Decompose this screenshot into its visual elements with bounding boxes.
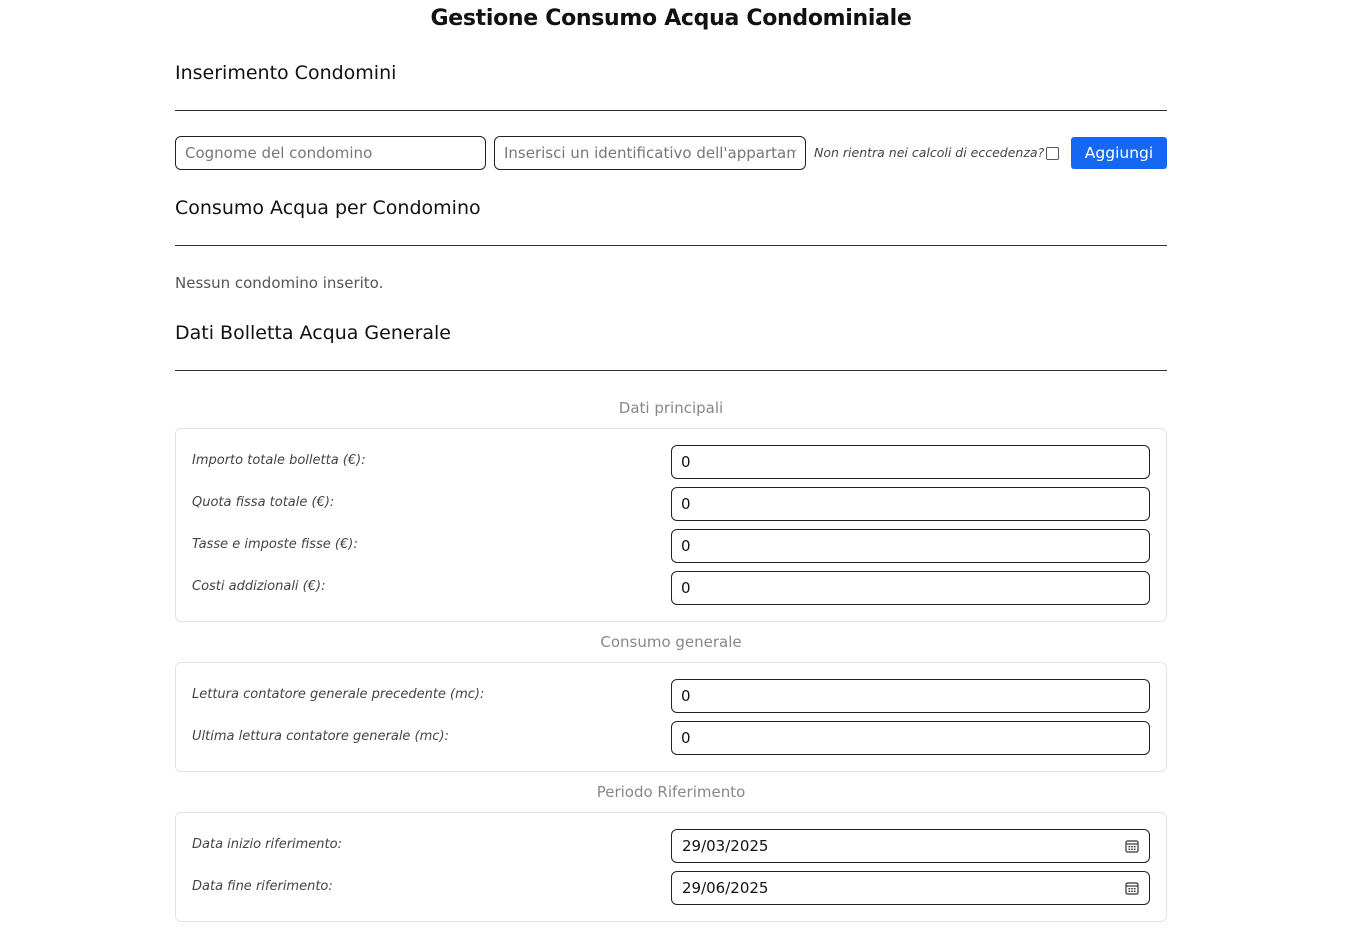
- section-divider: [175, 110, 1167, 111]
- section-divider: [175, 370, 1167, 371]
- start-date-value: 29/03/2025: [682, 837, 769, 855]
- empty-message: Nessun condomino inserito.: [175, 274, 384, 292]
- group-caption-main-data: Dati principali: [618, 399, 724, 417]
- add-button[interactable]: Aggiungi: [1071, 137, 1167, 169]
- group-caption-general-consumption: Consumo generale: [600, 633, 742, 651]
- consumption-section-title: Consumo Acqua per Condomino: [175, 197, 481, 219]
- field-label: Importo totale bolletta (€):: [192, 453, 366, 468]
- field-row-previous-reading: Lettura contatore generale precedente (m…: [175, 679, 1167, 713]
- field-label: Data fine riferimento:: [192, 879, 333, 894]
- section-divider: [175, 245, 1167, 246]
- field-row-last-reading: Ultima lettura contatore generale (mc): …: [175, 721, 1167, 755]
- additional-costs-input[interactable]: 0: [671, 571, 1150, 605]
- field-label: Data inizio riferimento:: [192, 837, 342, 852]
- field-row-taxes: Tasse e imposte fisse (€): 0: [175, 529, 1167, 563]
- surname-input[interactable]: [175, 136, 486, 170]
- calendar-icon[interactable]: [1125, 839, 1139, 853]
- field-label: Tasse e imposte fisse (€):: [192, 537, 358, 552]
- apartment-input[interactable]: [494, 136, 806, 170]
- last-reading-input[interactable]: 0: [671, 721, 1150, 755]
- field-row-fixed-fee: Quota fissa totale (€): 0: [175, 487, 1167, 521]
- field-label: Costi addizionali (€):: [192, 579, 326, 594]
- exclusion-checkbox[interactable]: [1046, 147, 1059, 160]
- main-content: Inserimento Condomini Non rientra nei ca…: [175, 0, 1167, 930]
- field-row-total-amount: Importo totale bolletta (€): 0: [175, 445, 1167, 479]
- total-amount-input[interactable]: 0: [671, 445, 1150, 479]
- fixed-fee-input[interactable]: 0: [671, 487, 1150, 521]
- field-label: Quota fissa totale (€):: [192, 495, 335, 510]
- end-date-input[interactable]: 29/06/2025: [671, 871, 1150, 905]
- start-date-input[interactable]: 29/03/2025: [671, 829, 1150, 863]
- insert-section-title: Inserimento Condomini: [175, 62, 397, 84]
- group-caption-reference-period: Periodo Riferimento: [596, 783, 746, 801]
- field-row-end-date: Data fine riferimento: 29/06/2025: [175, 871, 1167, 905]
- end-date-value: 29/06/2025: [682, 879, 769, 897]
- field-row-additional-costs: Costi addizionali (€): 0: [175, 571, 1167, 605]
- field-label: Ultima lettura contatore generale (mc):: [192, 729, 449, 744]
- bill-section-title: Dati Bolletta Acqua Generale: [175, 322, 451, 344]
- calendar-icon[interactable]: [1125, 881, 1139, 895]
- taxes-input[interactable]: 0: [671, 529, 1150, 563]
- previous-reading-input[interactable]: 0: [671, 679, 1150, 713]
- field-row-start-date: Data inizio riferimento: 29/03/2025: [175, 829, 1167, 863]
- field-label: Lettura contatore generale precedente (m…: [192, 687, 485, 702]
- exclusion-label: Non rientra nei calcoli di eccedenza?: [814, 145, 1045, 160]
